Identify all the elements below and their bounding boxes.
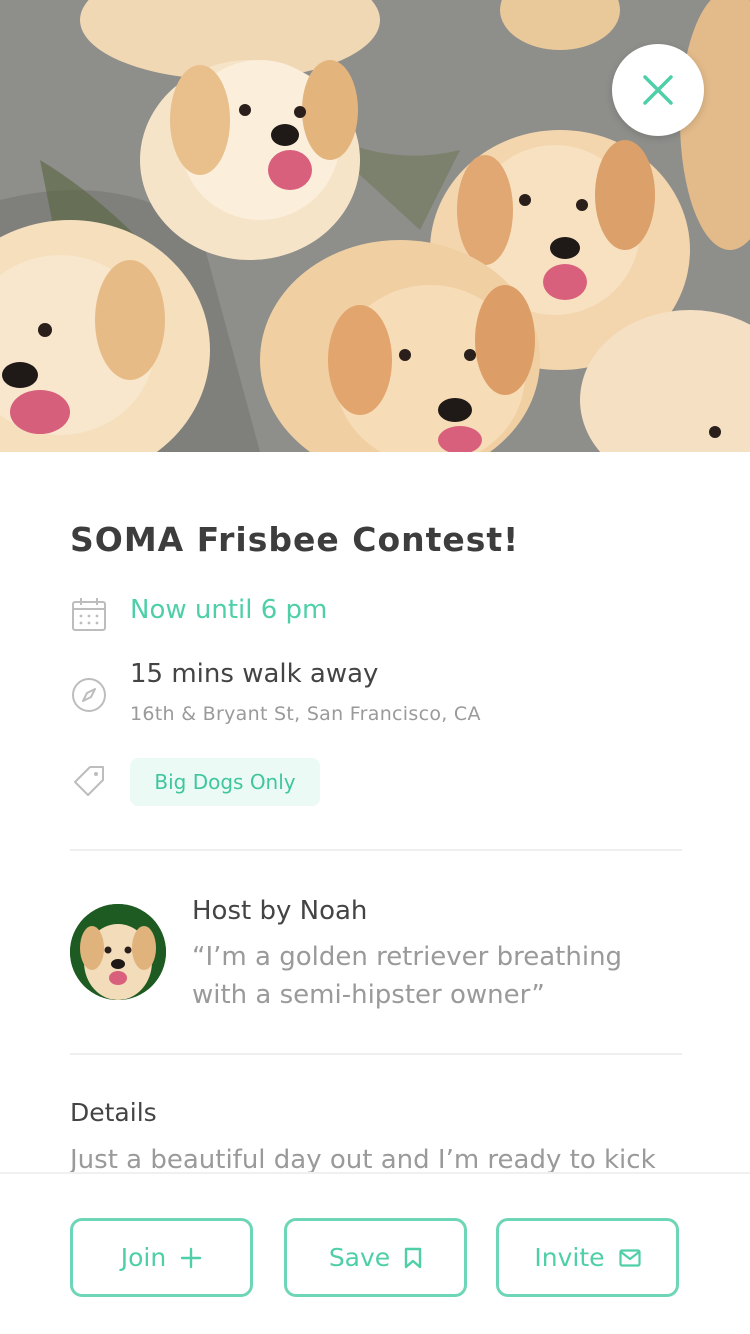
compass-icon <box>72 678 106 712</box>
event-title: SOMA Frisbee Contest! <box>70 520 520 559</box>
host-avatar[interactable] <box>70 904 166 1000</box>
event-address: 16th & Bryant St, San Francisco, CA <box>130 703 481 725</box>
details-text: Just a beautiful day out and I’m ready t… <box>70 1145 656 1175</box>
join-button[interactable]: Join <box>70 1218 253 1297</box>
close-icon <box>643 75 673 105</box>
divider <box>70 1053 682 1055</box>
bookmark-icon <box>404 1247 422 1268</box>
divider <box>70 849 682 851</box>
event-walk-distance: 15 mins walk away <box>130 659 379 689</box>
save-label: Save <box>328 1243 391 1272</box>
details-heading: Details <box>70 1098 157 1127</box>
calendar-icon <box>72 598 106 631</box>
invite-button[interactable]: Invite <box>496 1218 679 1297</box>
plus-icon <box>181 1247 202 1268</box>
host-quote: “I’m a golden retriever breathing with a… <box>192 942 623 1010</box>
tag-icon <box>74 766 104 796</box>
host-name: Host by Noah <box>192 896 368 926</box>
host-avatar-photo <box>70 904 166 1000</box>
event-tag[interactable]: Big Dogs Only <box>130 758 320 806</box>
join-label: Join <box>120 1243 167 1272</box>
mail-icon <box>618 1248 641 1267</box>
close-button[interactable] <box>612 44 704 136</box>
invite-label: Invite <box>534 1243 605 1272</box>
event-time: Now until 6 pm <box>130 595 328 625</box>
event-hero-image <box>0 0 750 452</box>
save-button[interactable]: Save <box>284 1218 467 1297</box>
action-bar: Join Save Invite <box>0 1172 750 1334</box>
